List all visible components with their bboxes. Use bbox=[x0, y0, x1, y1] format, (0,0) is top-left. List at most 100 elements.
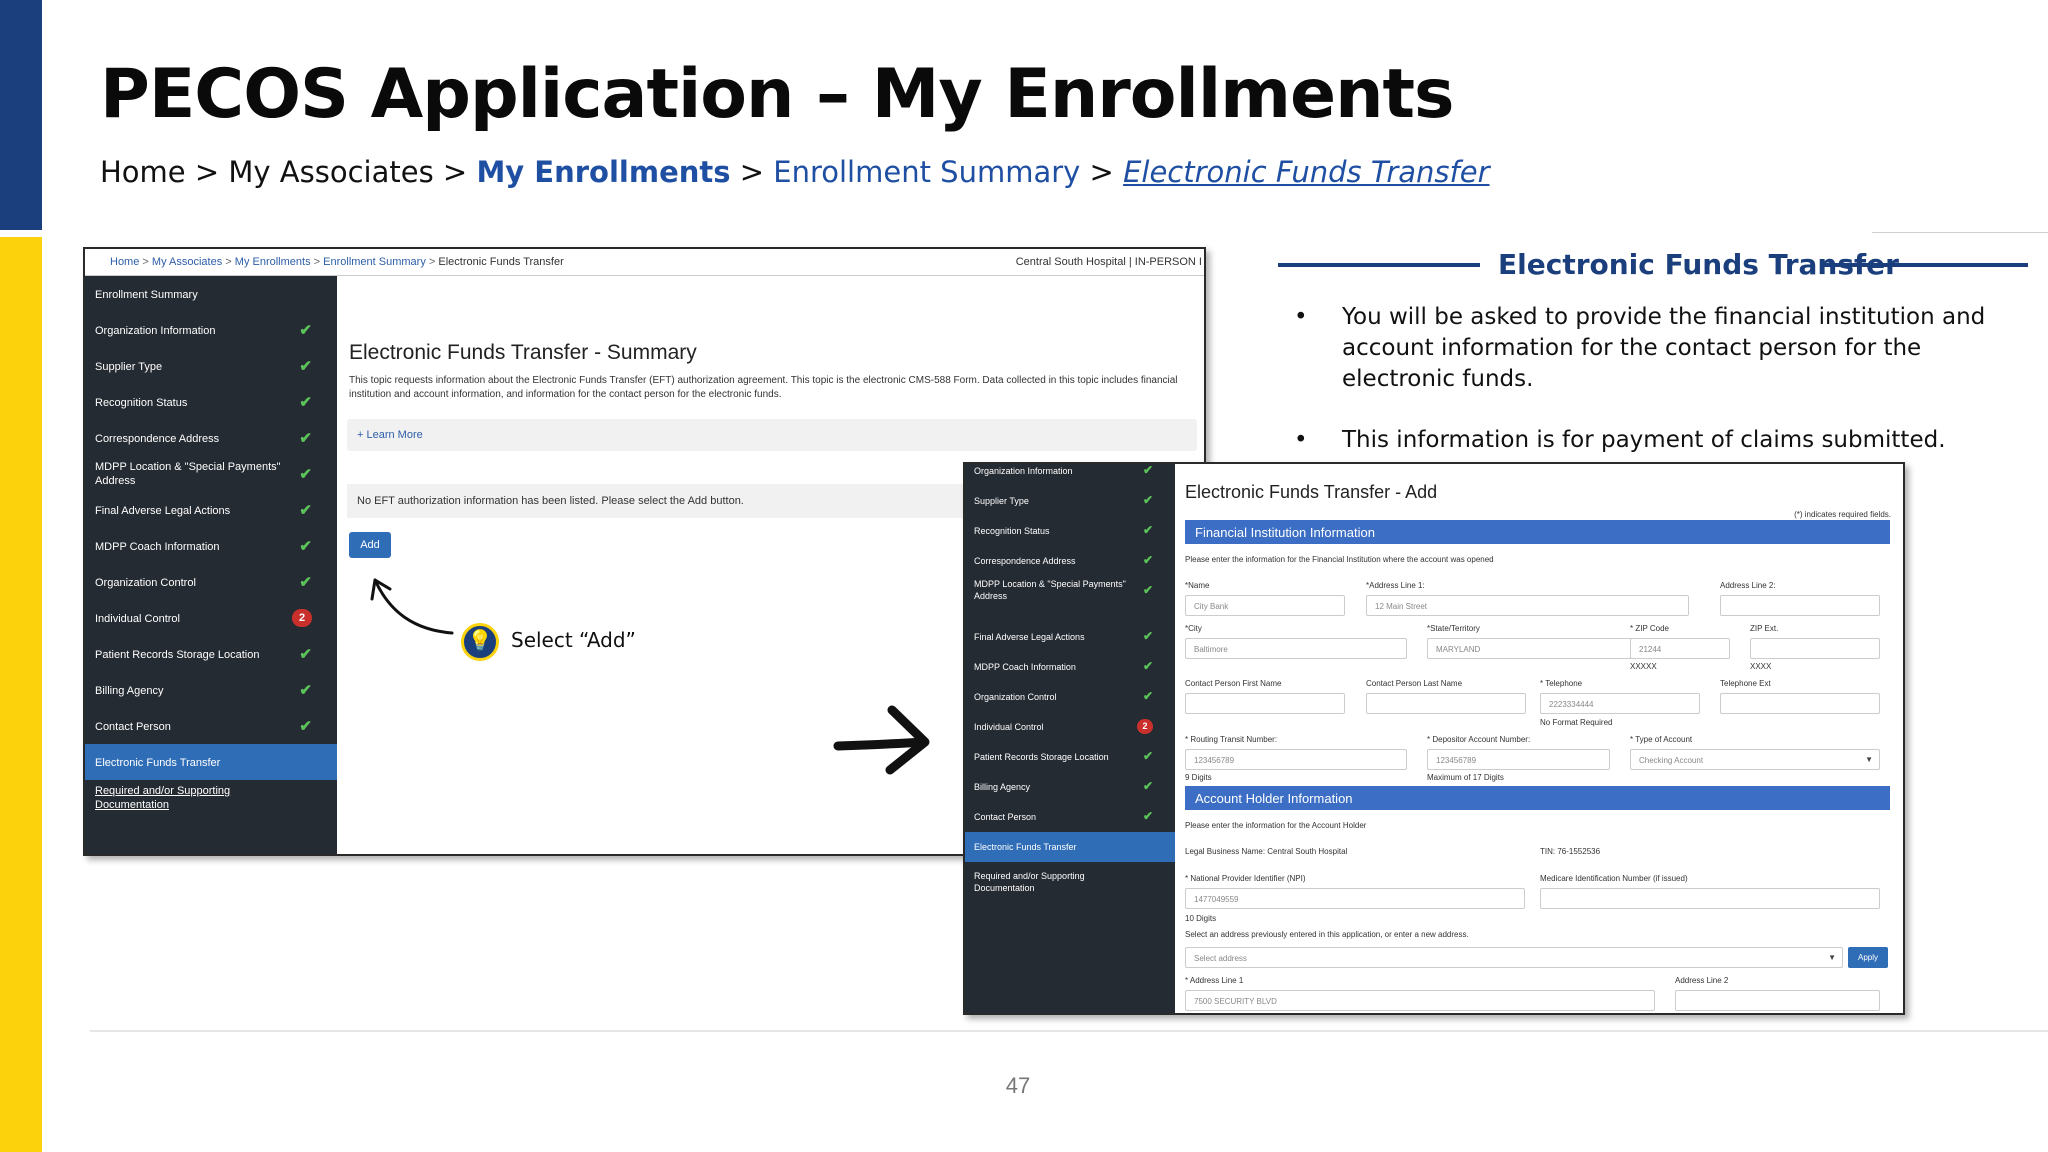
ah-address1-field[interactable]: 7500 SECURITY BLVD bbox=[1185, 990, 1655, 1011]
sidebar-item-organization-control[interactable]: Organization Control ✔ bbox=[965, 682, 1175, 712]
check-icon: ✔ bbox=[1142, 779, 1153, 793]
depositor-hint: Maximum of 17 Digits bbox=[1427, 773, 1504, 782]
arrow-right-icon bbox=[833, 705, 930, 775]
sidebar-item-enrollment-summary[interactable]: Enrollment Summary bbox=[85, 276, 337, 312]
zip-ext-field[interactable] bbox=[1750, 638, 1880, 659]
address1-field[interactable]: 12 Main Street bbox=[1366, 595, 1689, 616]
ah-address2-label: Address Line 2 bbox=[1675, 976, 1729, 985]
sidebar-item-electronic-funds-transfer[interactable]: Electronic Funds Transfer bbox=[965, 832, 1175, 862]
slide-title: PECOS Application – My Enrollments bbox=[100, 55, 1454, 134]
account-type-value: Checking Account bbox=[1639, 756, 1704, 765]
app-breadcrumb: Home > My Associates > My Enrollments > … bbox=[110, 256, 564, 268]
check-icon: ✔ bbox=[299, 394, 312, 411]
zip-field[interactable]: 21244 bbox=[1630, 638, 1730, 659]
sidebar-item-supplier-type[interactable]: Supplier Type ✔ bbox=[965, 486, 1175, 516]
app-main: Electronic Funds Transfer - Add (*) indi… bbox=[1175, 464, 1903, 1013]
check-icon: ✔ bbox=[1142, 629, 1153, 643]
crumb-enrollment-summary[interactable]: Enrollment Summary bbox=[773, 155, 1080, 189]
sidebar-item-individual-control[interactable]: Individual Control 2 bbox=[965, 712, 1175, 742]
page-title: Electronic Funds Transfer - Summary bbox=[349, 341, 697, 364]
sidebar-item-patient-records-storage[interactable]: Patient Records Storage Location ✔ bbox=[965, 742, 1175, 772]
sidebar-item-electronic-funds-transfer[interactable]: Electronic Funds Transfer bbox=[85, 744, 337, 780]
check-icon: ✔ bbox=[299, 538, 312, 555]
screenshot-eft-add: Organization Information ✔ Supplier Type ✔… bbox=[963, 462, 1905, 1015]
address2-field[interactable] bbox=[1720, 595, 1880, 616]
app-crumb-enrollment-summary[interactable]: Enrollment Summary bbox=[323, 256, 426, 268]
sidebar-item-required-documentation[interactable]: Required and/or Supporting Documentation bbox=[965, 868, 1175, 898]
sidebar-item-recognition-status[interactable]: Recognition Status ✔ bbox=[965, 516, 1175, 546]
bullet-text: You will be asked to provide the financi… bbox=[1342, 304, 1986, 392]
medicare-id-field[interactable] bbox=[1540, 888, 1880, 909]
add-button[interactable]: Add bbox=[349, 532, 391, 558]
app-crumb-my-enrollments[interactable]: My Enrollments bbox=[235, 256, 311, 268]
sidebar-item-label: Recognition Status bbox=[95, 397, 188, 409]
depositor-field[interactable]: 123456789 bbox=[1427, 749, 1610, 770]
telephone-ext-field[interactable] bbox=[1720, 693, 1880, 714]
learn-more-link[interactable]: + Learn More bbox=[347, 419, 1197, 451]
routing-field[interactable]: 123456789 bbox=[1185, 749, 1407, 770]
lightbulb-icon: 💡 bbox=[461, 623, 499, 661]
sidebar-item-mdpp-coach-information[interactable]: MDPP Coach Information ✔ bbox=[965, 652, 1175, 682]
check-icon: ✔ bbox=[299, 322, 312, 339]
sidebar-item-correspondence-address[interactable]: Correspondence Address ✔ bbox=[85, 420, 337, 456]
sidebar-item-individual-control[interactable]: Individual Control 2 bbox=[85, 600, 337, 636]
crumb-my-enrollments[interactable]: My Enrollments bbox=[476, 155, 730, 189]
contact-first-name-field[interactable] bbox=[1185, 693, 1345, 714]
sidebar-item-contact-person[interactable]: Contact Person ✔ bbox=[965, 802, 1175, 832]
city-field[interactable]: Baltimore bbox=[1185, 638, 1407, 659]
name-field[interactable]: City Bank bbox=[1185, 595, 1345, 616]
state-select[interactable]: MARYLAND▼ bbox=[1427, 638, 1645, 659]
sidebar-item-supplier-type[interactable]: Supplier Type ✔ bbox=[85, 348, 337, 384]
app-topbar: Home > My Associates > My Enrollments > … bbox=[85, 249, 1204, 276]
sidebar-item-mdpp-coach-information[interactable]: MDPP Coach Information ✔ bbox=[85, 528, 337, 564]
sidebar-item-patient-records-storage[interactable]: Patient Records Storage Location ✔ bbox=[85, 636, 337, 672]
app-crumb-eft: Electronic Funds Transfer bbox=[438, 256, 564, 268]
sidebar-item-label: Enrollment Summary bbox=[95, 289, 198, 301]
ah-address2-field[interactable] bbox=[1675, 990, 1880, 1011]
sidebar-item-label: Correspondence Address bbox=[95, 433, 220, 445]
sidebar-item-required-documentation[interactable]: Required and/or Supporting Documentation bbox=[85, 780, 337, 816]
apply-button[interactable]: Apply bbox=[1848, 947, 1888, 968]
crumb-eft[interactable]: Electronic Funds Transfer bbox=[1123, 155, 1489, 189]
sidebar-item-final-adverse-legal-actions[interactable]: Final Adverse Legal Actions ✔ bbox=[85, 492, 337, 528]
sidebar-item-organization-control[interactable]: Organization Control ✔ bbox=[85, 564, 337, 600]
error-count-badge: 2 bbox=[1137, 719, 1153, 734]
sidebar-item-mdpp-location[interactable]: MDPP Location & "Special Payments" Addre… bbox=[965, 576, 1175, 606]
sidebar-item-contact-person[interactable]: Contact Person ✔ bbox=[85, 708, 337, 744]
sidebar-item-final-adverse-legal-actions[interactable]: Final Adverse Legal Actions ✔ bbox=[965, 622, 1175, 652]
contact-last-name-field[interactable] bbox=[1366, 693, 1526, 714]
crumb-home[interactable]: Home bbox=[100, 155, 186, 189]
org-context: Central South Hospital | IN-PERSON I bbox=[1015, 256, 1202, 268]
sidebar-item-label: Supplier Type bbox=[974, 496, 1029, 506]
app-crumb-my-associates[interactable]: My Associates bbox=[152, 256, 222, 268]
sidebar-item-billing-agency[interactable]: Billing Agency ✔ bbox=[85, 672, 337, 708]
sidebar-item-label: Patient Records Storage Location bbox=[95, 649, 260, 661]
npi-label: * National Provider Identifier (NPI) bbox=[1185, 874, 1306, 883]
sidebar-item-correspondence-address[interactable]: Correspondence Address ✔ bbox=[965, 546, 1175, 576]
sidebar-item-recognition-status[interactable]: Recognition Status ✔ bbox=[85, 384, 337, 420]
sidebar-item-label: Organization Information bbox=[974, 466, 1073, 476]
sidebar-item-label: Organization Control bbox=[95, 577, 196, 589]
check-icon: ✔ bbox=[299, 682, 312, 699]
account-type-select[interactable]: Checking Account ▼ bbox=[1630, 749, 1880, 770]
section-financial-institution: Financial Institution Information bbox=[1185, 520, 1890, 544]
name-label: *Name bbox=[1185, 581, 1210, 590]
sidebar-item-label: Correspondence Address bbox=[974, 556, 1076, 566]
sidebar-item-mdpp-location[interactable]: MDPP Location & "Special Payments" Addre… bbox=[85, 456, 337, 492]
sidebar-item-organization-information[interactable]: Organization Information ✔ bbox=[85, 312, 337, 348]
crumb-separator: > bbox=[442, 155, 468, 189]
crumb-my-associates[interactable]: My Associates bbox=[228, 155, 433, 189]
sidebar-item-label: MDPP Coach Information bbox=[95, 541, 220, 553]
heading-rule-right bbox=[1823, 263, 2028, 267]
sidebar-item-billing-agency[interactable]: Billing Agency ✔ bbox=[965, 772, 1175, 802]
telephone-field[interactable]: 2223334444 bbox=[1540, 693, 1700, 714]
section-account-holder: Account Holder Information bbox=[1185, 786, 1890, 810]
select-address-dropdown[interactable]: Select address ▼ bbox=[1185, 947, 1843, 968]
npi-field[interactable]: 1477049559 bbox=[1185, 888, 1525, 909]
check-icon: ✔ bbox=[1142, 689, 1153, 703]
sidebar-item-organization-information[interactable]: Organization Information ✔ bbox=[965, 463, 1175, 486]
sidebar-item-label: Recognition Status bbox=[974, 526, 1050, 536]
check-icon: ✔ bbox=[299, 718, 312, 735]
check-icon: ✔ bbox=[1142, 463, 1153, 477]
app-crumb-home[interactable]: Home bbox=[110, 256, 139, 268]
